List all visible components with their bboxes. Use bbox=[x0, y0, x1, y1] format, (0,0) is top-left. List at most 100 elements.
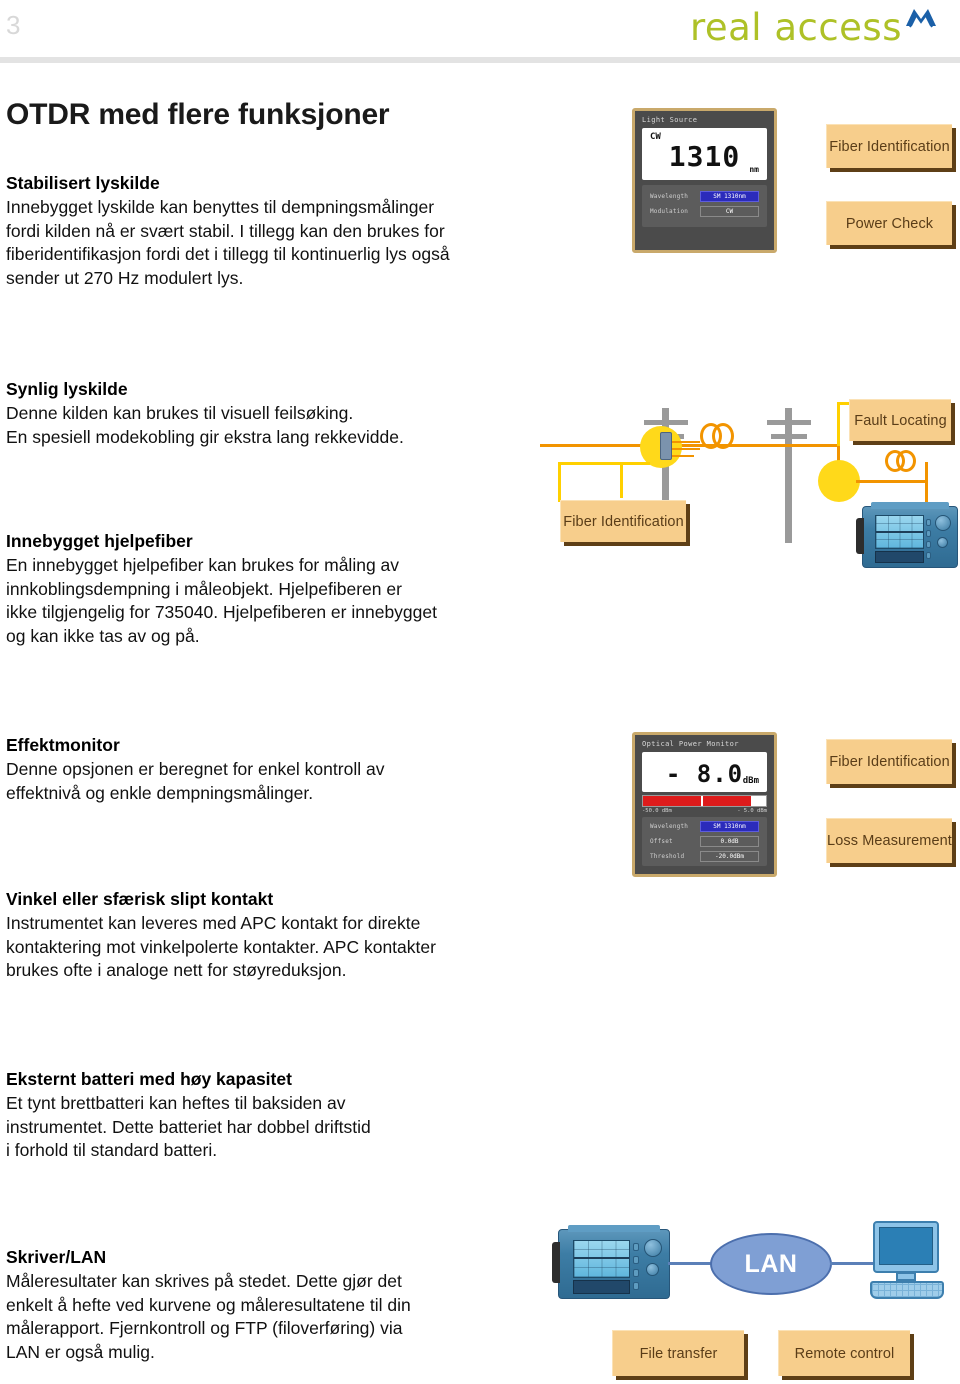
scale-max-label: - 5.0 dBm bbox=[737, 808, 767, 814]
yellow-branch-cable bbox=[558, 462, 561, 502]
field-label: Offset bbox=[650, 838, 673, 845]
badge-remote-control[interactable]: Remote control bbox=[778, 1330, 910, 1376]
page-number: 3 bbox=[6, 10, 21, 40]
otdr-soft-button[interactable] bbox=[926, 541, 931, 548]
utility-pole-mast bbox=[785, 408, 792, 543]
badge-fiber-identification[interactable]: Fiber Identification bbox=[826, 124, 952, 168]
lan-cloud-label: LAN bbox=[744, 1249, 798, 1278]
body-line: enkelt å hefte ved kurvene og måleresult… bbox=[6, 1294, 411, 1315]
badge-file-transfer[interactable]: File transfer bbox=[612, 1330, 744, 1376]
otdr-soft-button[interactable] bbox=[633, 1269, 639, 1277]
section-heading: Synlig lyskilde bbox=[6, 379, 128, 399]
body-line: sender ut 270 Hz modulert lys. bbox=[6, 267, 244, 288]
otdr-soft-button[interactable] bbox=[926, 519, 931, 526]
section-heading: Stabilisert lyskilde bbox=[6, 173, 160, 193]
light-source-mode: CW bbox=[650, 132, 661, 142]
body-line: En innebygget hjelpefiber kan brukes for… bbox=[6, 555, 400, 575]
body-line: Et tynt brettbatteri kan heftes til baks… bbox=[6, 1093, 346, 1113]
field-row: Offset 0.0dB bbox=[650, 836, 759, 847]
optical-power-monitor-display: Optical Power Monitor - 8.0 dBm -50.0 dB… bbox=[632, 732, 777, 877]
light-source-unit: nm bbox=[749, 165, 759, 174]
field-value[interactable]: 0.0dB bbox=[700, 836, 759, 847]
mountain-m-logo-icon bbox=[904, 6, 938, 33]
fiber-cable bbox=[925, 462, 928, 506]
lan-link-line bbox=[668, 1262, 714, 1265]
computer-monitor-stand bbox=[896, 1272, 916, 1281]
otdr-soft-button[interactable] bbox=[633, 1282, 639, 1290]
body-line: Innebygget lyskilde kan benyttes til dem… bbox=[6, 197, 435, 217]
section-body: Innebygget lyskilde kan benyttes til dem… bbox=[6, 196, 561, 290]
otdr-trace-line bbox=[574, 1256, 630, 1259]
field-label: Threshold bbox=[650, 853, 685, 860]
otdr-soft-button[interactable] bbox=[926, 530, 931, 537]
brand-logo: real access bbox=[690, 6, 938, 50]
field-value[interactable]: SM 1310nm bbox=[700, 821, 759, 832]
badge-loss-measurement[interactable]: Loss Measurement bbox=[826, 818, 952, 863]
splice-closure bbox=[660, 432, 672, 460]
brand-logo-text: real access bbox=[689, 6, 902, 49]
section-body: Denne kilden kan brukes til visuell feil… bbox=[6, 402, 561, 449]
field-row: Wavelength SM 1310nm bbox=[650, 821, 759, 832]
section-eksternt-batteri: Eksternt batteri med høy kapasitet Et ty… bbox=[6, 1068, 561, 1163]
section-body: En innebygget hjelpefiber kan brukes for… bbox=[6, 554, 561, 648]
section-body: Måleresultater kan skrives på stedet. De… bbox=[6, 1270, 561, 1364]
body-line: kontaktering mot vinkelpolerte kontakter… bbox=[6, 936, 436, 957]
yellow-branch-cable bbox=[837, 402, 840, 446]
otdr-device bbox=[552, 1225, 670, 1299]
otdr-device bbox=[856, 502, 958, 568]
power-monitor-title: Optical Power Monitor bbox=[642, 740, 739, 748]
otdr-enter-button[interactable] bbox=[937, 537, 948, 548]
lan-link-line bbox=[830, 1262, 876, 1265]
otdr-soft-button[interactable] bbox=[633, 1243, 639, 1251]
badge-fiber-identification[interactable]: Fiber Identification bbox=[560, 500, 686, 542]
body-line: Denne opsjonen er beregnet for enkel kon… bbox=[6, 759, 385, 779]
badge-fault-locating[interactable]: Fault Locating bbox=[849, 399, 951, 441]
power-monitor-unit: dBm bbox=[742, 776, 759, 786]
fault-glow bbox=[818, 460, 860, 502]
section-heading: Vinkel eller sfærisk slipt kontakt bbox=[6, 889, 274, 909]
drop-wire bbox=[672, 455, 694, 457]
body-line: Instrumentet kan leveres med APC kontakt… bbox=[6, 913, 421, 933]
otdr-soft-button[interactable] bbox=[926, 552, 931, 559]
body-line: i forhold til standard batteri. bbox=[6, 1140, 218, 1160]
scale-min-label: -50.0 dBm bbox=[642, 808, 672, 814]
body-line: En spesiell modekobling gir ekstra lang … bbox=[6, 426, 404, 447]
field-row: Modulation CW bbox=[650, 206, 759, 217]
body-line: fiberidentifikasjon fordi det i tillegg … bbox=[6, 244, 450, 264]
body-line: effektnivå og enkle dempningsmålinger. bbox=[6, 782, 314, 803]
badge-fiber-identification[interactable]: Fiber Identification bbox=[826, 739, 952, 784]
page-header: 3 real access bbox=[0, 0, 960, 63]
field-value[interactable]: -20.0dBm bbox=[700, 851, 759, 862]
fiber-loop bbox=[896, 450, 916, 472]
yellow-branch-cable bbox=[620, 462, 623, 498]
header-divider bbox=[0, 57, 960, 63]
otdr-rotary-knob[interactable] bbox=[644, 1239, 662, 1257]
field-value[interactable]: SM 1310nm bbox=[700, 191, 759, 202]
body-line: fordi kilden nå er svært stabil. I tille… bbox=[6, 220, 445, 241]
body-line: ikke tilgjengelig for 735040. Hjelpefibe… bbox=[6, 602, 437, 622]
body-line: Måleresultater kan skrives på stedet. De… bbox=[6, 1271, 402, 1291]
otdr-rotary-knob[interactable] bbox=[935, 515, 951, 531]
field-row: Wavelength SM 1310nm bbox=[650, 191, 759, 202]
otdr-soft-button[interactable] bbox=[633, 1256, 639, 1264]
utility-pole-arm bbox=[767, 420, 811, 425]
computer-monitor-screen bbox=[879, 1226, 933, 1266]
otdr-top-connectors bbox=[870, 502, 950, 509]
light-source-lcd-screen: CW 1310 nm bbox=[642, 128, 767, 180]
badge-power-check[interactable]: Power Check bbox=[826, 201, 952, 245]
section-heading: Skriver/LAN bbox=[6, 1247, 107, 1267]
section-heading: Eksternt batteri med høy kapasitet bbox=[6, 1069, 292, 1089]
computer-monitor bbox=[873, 1221, 939, 1273]
field-value[interactable]: CW bbox=[700, 206, 759, 217]
drop-wire bbox=[672, 448, 700, 450]
body-line: instrumentet. Dette batteriet har dobbel… bbox=[6, 1116, 371, 1137]
otdr-enter-button[interactable] bbox=[646, 1263, 659, 1276]
section-effektmonitor: Effektmonitor Denne opsjonen er beregnet… bbox=[6, 734, 561, 805]
body-line: brukes ofte i analoge nett for støyreduk… bbox=[6, 960, 347, 980]
field-label: Modulation bbox=[650, 208, 689, 215]
light-source-title: Light Source bbox=[642, 116, 698, 124]
body-line: målerapport. Fjernkontroll og FTP (filov… bbox=[6, 1318, 403, 1338]
otdr-control-panel bbox=[573, 1280, 631, 1294]
otdr-top-connectors bbox=[567, 1225, 661, 1232]
power-monitor-lcd-screen: - 8.0 dBm bbox=[642, 752, 767, 792]
